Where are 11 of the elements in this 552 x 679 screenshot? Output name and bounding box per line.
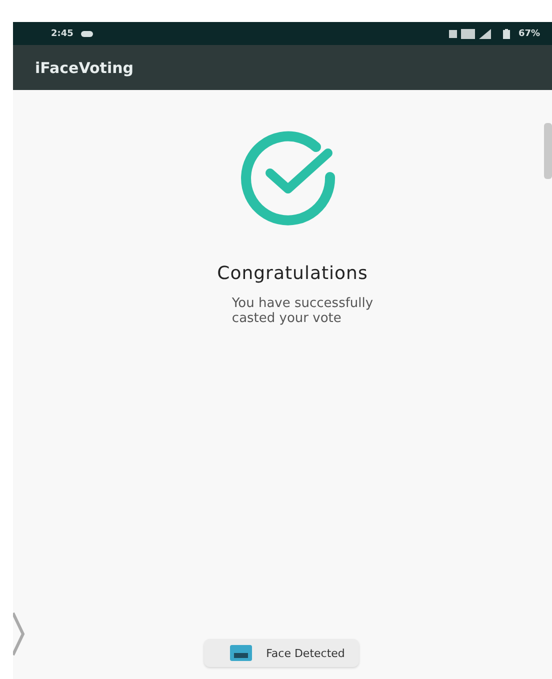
- battery-icon: [503, 28, 510, 38]
- toast-text: Face Detected: [266, 646, 345, 660]
- battery-level: 67%: [518, 28, 540, 38]
- chevron-icon[interactable]: [13, 611, 25, 657]
- status-time: 2:45: [51, 28, 74, 38]
- congratulations-heading: Congratulations: [217, 263, 368, 284]
- success-message: You have successfully casted your vote: [232, 296, 374, 326]
- id-card-icon: [230, 645, 252, 661]
- app-title: iFaceVoting: [35, 58, 134, 76]
- notification-icon: [81, 30, 94, 36]
- scrollbar: [544, 123, 552, 179]
